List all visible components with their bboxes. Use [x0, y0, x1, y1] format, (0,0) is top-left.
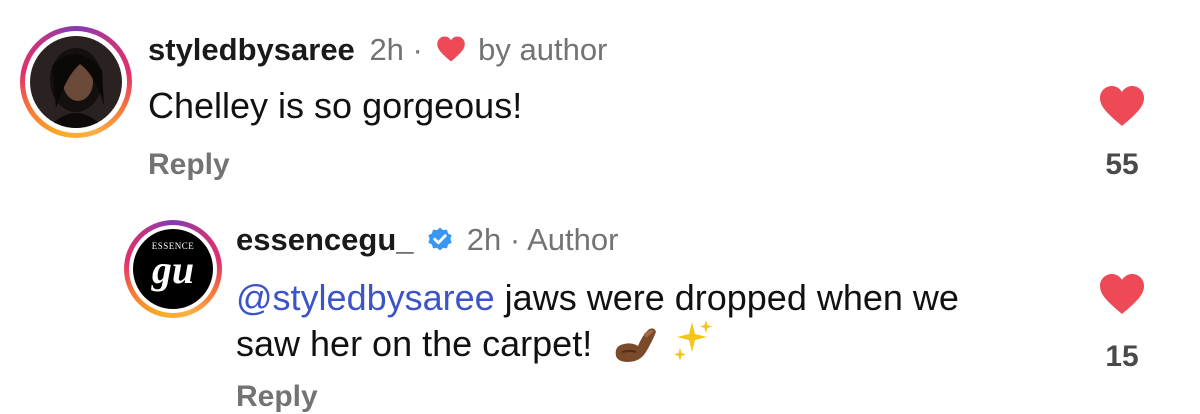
- brand-logo: ESSENCE gu: [151, 241, 195, 292]
- pinching-hand-icon: [610, 322, 660, 376]
- avatar[interactable]: [20, 26, 132, 138]
- heart-icon: [1098, 274, 1146, 320]
- like-count: 55: [1105, 148, 1139, 181]
- comment-meta: styledbysaree 2h · by author: [148, 32, 607, 71]
- comment-text-line2: saw her on the carpet!: [236, 323, 593, 364]
- reply-comment-item: ESSENCE gu essencegu_ 2h · Author @style…: [0, 200, 1200, 414]
- timestamp: 2h: [466, 222, 502, 257]
- username[interactable]: styledbysaree: [148, 32, 355, 67]
- comment-text: @styledbysaree jaws were dropped when we: [236, 274, 959, 322]
- reply-button[interactable]: Reply: [236, 380, 318, 414]
- like-button[interactable]: [1098, 84, 1146, 133]
- comment-meta: essencegu_ 2h · Author: [236, 222, 618, 261]
- timestamp: 2h: [369, 32, 404, 67]
- author-label: Author: [527, 222, 619, 257]
- comment-text: Chelley is so gorgeous!: [148, 85, 523, 126]
- like-count: 15: [1105, 340, 1139, 373]
- mention-link[interactable]: @styledbysaree: [236, 277, 495, 318]
- sparkles-icon: [670, 318, 716, 376]
- comment-text-line2-row: saw her on the carpet!: [236, 318, 716, 376]
- avatar[interactable]: ESSENCE gu: [124, 220, 222, 318]
- comment-text-line1: jaws were dropped when we: [494, 277, 959, 318]
- heart-icon: [436, 35, 466, 71]
- separator: ·: [412, 32, 423, 67]
- username[interactable]: essencegu_: [236, 222, 414, 257]
- reply-button[interactable]: Reply: [148, 148, 230, 182]
- separator: ·: [509, 222, 521, 257]
- like-button[interactable]: [1098, 272, 1146, 321]
- profile-photo: [30, 36, 122, 128]
- comment-item: styledbysaree 2h · by author Chelley is …: [0, 0, 1200, 200]
- liked-by-author-label: by author: [478, 32, 608, 67]
- heart-icon: [1098, 86, 1146, 132]
- verified-badge-icon: [426, 225, 454, 261]
